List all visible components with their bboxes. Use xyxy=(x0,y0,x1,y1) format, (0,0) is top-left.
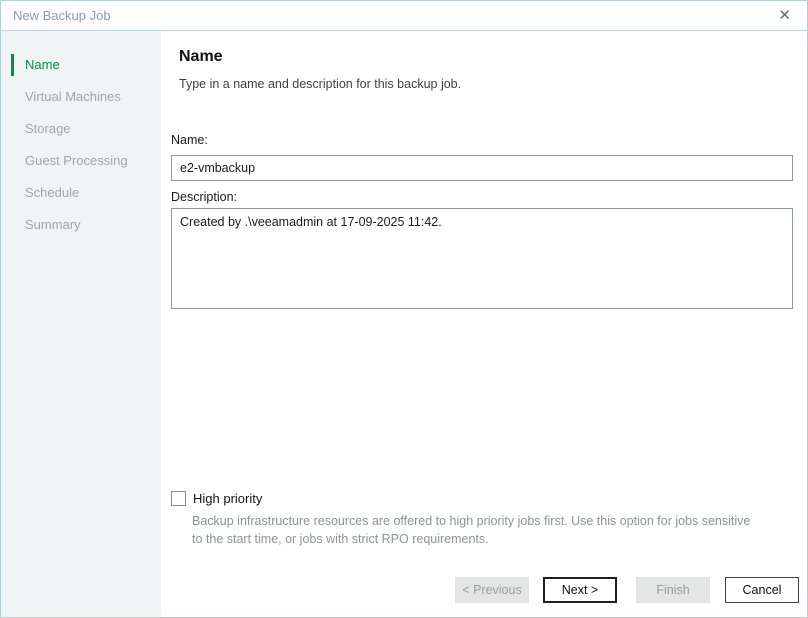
sidebar-item-summary[interactable]: Summary xyxy=(1,209,161,241)
page-title: Name xyxy=(179,48,223,66)
new-backup-job-dialog: New Backup Job ✕ Name Virtual Machines S… xyxy=(0,0,808,618)
name-field-label: Name: xyxy=(171,133,208,147)
sidebar-item-guest-processing[interactable]: Guest Processing xyxy=(1,145,161,177)
sidebar-item-label: Virtual Machines xyxy=(25,89,121,104)
high-priority-label: High priority xyxy=(193,491,262,506)
previous-button[interactable]: < Previous xyxy=(455,577,529,603)
description-field-label: Description: xyxy=(171,190,237,204)
window-title: New Backup Job xyxy=(13,8,774,23)
sidebar-item-label: Storage xyxy=(25,121,71,136)
high-priority-checkbox[interactable] xyxy=(171,491,186,506)
sidebar-item-label: Name xyxy=(25,57,60,72)
job-name-input[interactable] xyxy=(171,155,793,181)
wizard-steps-sidebar: Name Virtual Machines Storage Guest Proc… xyxy=(1,31,161,617)
title-bar: New Backup Job ✕ xyxy=(1,1,807,31)
sidebar-item-schedule[interactable]: Schedule xyxy=(1,177,161,209)
sidebar-item-storage[interactable]: Storage xyxy=(1,113,161,145)
sidebar-item-label: Schedule xyxy=(25,185,79,200)
wizard-step-content: Name Type in a name and description for … xyxy=(161,31,807,617)
cancel-button[interactable]: Cancel xyxy=(725,577,799,603)
next-button[interactable]: Next > xyxy=(543,577,617,603)
close-icon[interactable]: ✕ xyxy=(774,6,795,25)
wizard-button-row: < Previous Next > Finish Cancel xyxy=(455,577,799,603)
job-description-textarea[interactable]: Created by .\veeamadmin at 17-09-2025 11… xyxy=(171,208,793,309)
active-step-indicator xyxy=(11,54,14,76)
page-subtitle: Type in a name and description for this … xyxy=(179,77,461,91)
sidebar-item-label: Guest Processing xyxy=(25,153,128,168)
sidebar-item-name[interactable]: Name xyxy=(1,49,161,81)
sidebar-item-virtual-machines[interactable]: Virtual Machines xyxy=(1,81,161,113)
finish-button[interactable]: Finish xyxy=(636,577,710,603)
sidebar-item-label: Summary xyxy=(25,217,81,232)
high-priority-help-text: Backup infrastructure resources are offe… xyxy=(192,512,764,548)
